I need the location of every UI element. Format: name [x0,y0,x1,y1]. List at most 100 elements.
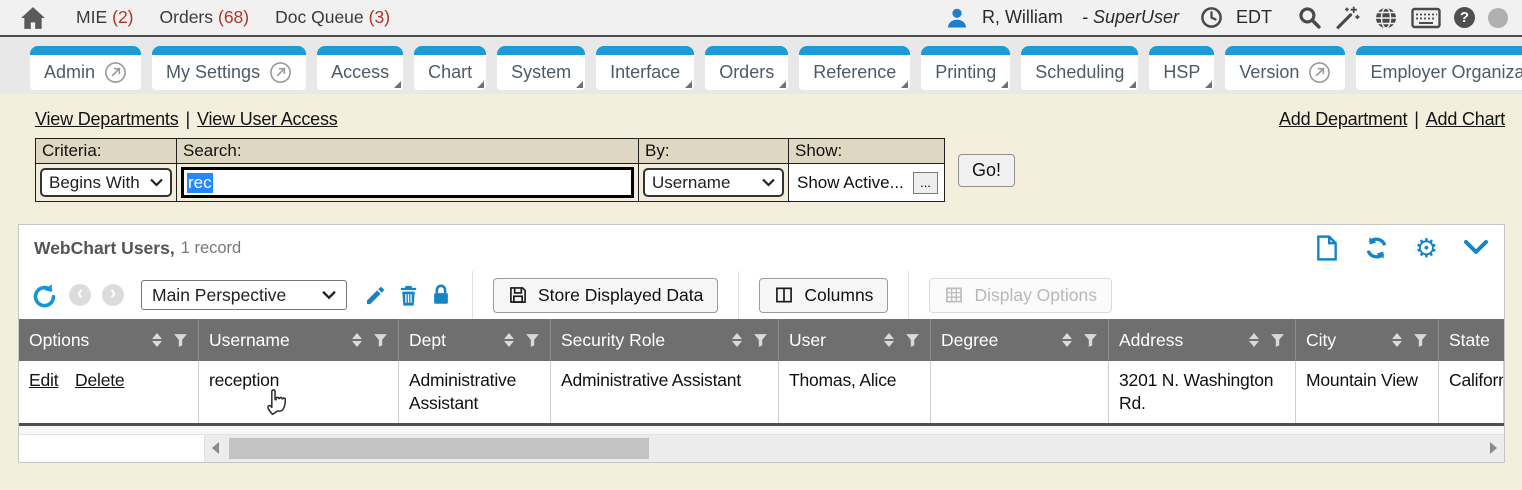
scroll-left-arrow-icon[interactable] [212,442,219,454]
sort-icon[interactable] [504,333,514,347]
user-icon[interactable] [945,6,969,30]
open-new-window-icon[interactable] [104,61,127,84]
tab-employer-organizations-label: Employer Organizations [1370,62,1522,83]
column-header-user[interactable]: User [779,319,931,361]
tab-access[interactable]: Access [317,46,403,90]
globe-icon[interactable] [1374,6,1398,30]
add-department-link[interactable]: Add Department [1279,109,1407,130]
nav-orders-count: (68) [218,7,249,28]
by-select[interactable]: Username [643,168,784,197]
show-filter-more-button[interactable]: ... [913,172,938,194]
edit-pencil-icon[interactable] [364,284,387,307]
help-icon[interactable]: ? [1454,7,1475,28]
open-new-window-icon[interactable] [269,61,292,84]
keyboard-icon[interactable] [1411,7,1441,29]
tab-my-settings[interactable]: My Settings [152,46,306,90]
horizontal-scrollbar-row [19,435,1504,462]
chevron-down-icon [150,178,163,187]
column-header-options[interactable]: Options [19,319,199,361]
tab-interface[interactable]: Interface [596,46,694,90]
tab-orders[interactable]: Orders [705,46,788,90]
filter-icon[interactable] [1413,333,1428,348]
clock-icon[interactable] [1200,6,1223,29]
column-header-security-role[interactable]: Security Role [551,319,779,361]
filter-icon[interactable] [173,333,188,348]
sort-icon[interactable] [152,333,162,347]
filter-icon[interactable] [373,333,388,348]
tab-printing-label: Printing [935,62,996,83]
collapse-chevron-icon[interactable] [1463,239,1489,257]
undo-icon[interactable] [31,282,58,309]
nav-orders[interactable]: Orders (68) [160,7,250,28]
sort-icon[interactable] [884,333,894,347]
sort-icon[interactable] [1062,333,1072,347]
tab-reference[interactable]: Reference [799,46,910,90]
display-options-button[interactable]: Display Options [929,278,1112,313]
filter-icon[interactable] [905,333,920,348]
next-icon[interactable]: › [102,284,124,306]
column-header-address[interactable]: Address [1109,319,1296,361]
tab-chart[interactable]: Chart [414,46,486,90]
presence-circle-icon[interactable] [1488,8,1508,28]
scrollbar-thumb[interactable] [229,438,649,459]
edit-link[interactable]: Edit [29,370,58,390]
tab-printing[interactable]: Printing [921,46,1010,90]
search-icon[interactable] [1297,5,1322,30]
lock-icon[interactable] [430,283,452,307]
action-links-row: View Departments | View User Access Add … [35,109,1505,130]
save-floppy-icon [508,285,528,305]
tab-hsp[interactable]: HSP [1149,46,1214,90]
view-user-access-link[interactable]: View User Access [197,109,338,130]
filter-icon[interactable] [753,333,768,348]
tab-system[interactable]: System [497,46,585,90]
perspective-select[interactable]: Main Perspective [141,280,347,310]
menu-corner-icon [1001,81,1008,88]
add-chart-link[interactable]: Add Chart [1426,109,1505,130]
search-input[interactable]: rec [183,169,632,196]
filter-icon[interactable] [1270,333,1285,348]
panel-header-icons: ⚙ [1316,235,1489,261]
filter-icon[interactable] [525,333,540,348]
tab-orders-label: Orders [719,62,774,83]
column-label: Degree [941,330,998,351]
toolbar-divider [472,271,473,319]
column-header-city[interactable]: City [1296,319,1439,361]
delete-trash-icon[interactable] [398,284,419,307]
column-header-username[interactable]: Username [199,319,399,361]
tab-employer-organizations[interactable]: Employer Organizations [1356,46,1522,90]
column-header-degree[interactable]: Degree [931,319,1109,361]
search-label: Search: [177,139,639,164]
column-header-dept[interactable]: Dept [399,319,551,361]
tab-version[interactable]: Version [1225,46,1345,90]
filter-icon[interactable] [1083,333,1098,348]
sort-icon[interactable] [352,333,362,347]
sort-icon[interactable] [732,333,742,347]
column-header-state[interactable]: State [1439,319,1504,361]
open-new-window-icon[interactable] [1308,61,1331,84]
nav-doc-queue[interactable]: Doc Queue (3) [275,7,390,28]
home-icon[interactable] [20,6,46,30]
tab-admin[interactable]: Admin [30,46,141,90]
store-displayed-data-button[interactable]: Store Displayed Data [493,278,718,313]
tab-scheduling[interactable]: Scheduling [1021,46,1138,90]
nav-mie[interactable]: MIE (2) [76,7,134,28]
criteria-select[interactable]: Begins With [40,168,172,197]
cell-username[interactable]: reception [199,361,399,423]
gear-icon[interactable]: ⚙ [1415,235,1438,261]
wand-icon[interactable] [1335,5,1361,30]
view-departments-link[interactable]: View Departments [35,109,179,130]
refresh-icon[interactable] [1363,235,1390,261]
column-label: Address [1119,330,1183,351]
columns-button[interactable]: Columns [759,278,888,313]
prev-icon[interactable]: ‹ [69,284,91,306]
go-button[interactable]: Go! [958,154,1015,187]
toolbar-divider [738,271,739,319]
scroll-right-arrow-icon[interactable] [1490,442,1497,454]
sort-icon[interactable] [1392,333,1402,347]
sort-icon[interactable] [1249,333,1259,347]
new-document-icon[interactable] [1316,235,1338,261]
horizontal-scrollbar[interactable] [205,435,1504,462]
delete-link[interactable]: Delete [75,370,124,390]
show-filter-field[interactable]: Show Active... ... [793,172,940,194]
cell-options: Edit Delete [19,361,199,423]
